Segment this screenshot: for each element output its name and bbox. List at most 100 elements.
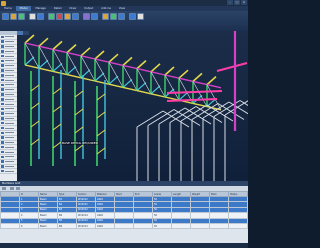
table-cell[interactable]: Beam	[38, 222, 58, 230]
truss-chord[interactable]	[122, 64, 138, 70]
truss-column[interactable]	[94, 72, 105, 82]
support-brace[interactable]	[30, 120, 40, 128]
support-brace[interactable]	[96, 147, 106, 155]
close-button[interactable]: ×	[241, 0, 247, 5]
table-cell[interactable]: A992	[95, 222, 115, 230]
support-brace[interactable]	[30, 84, 40, 92]
truss-brace[interactable]	[52, 49, 68, 75]
truss-column[interactable]	[136, 60, 147, 70]
truss-column[interactable]	[52, 40, 63, 50]
truss-column[interactable]	[24, 34, 35, 44]
support-brace[interactable]	[30, 138, 40, 146]
truss-chord[interactable]	[108, 61, 124, 67]
support-brace[interactable]	[30, 102, 40, 110]
grid-export-button[interactable]	[16, 187, 20, 190]
ribbon-tool-button[interactable]	[118, 13, 125, 20]
truss-chord[interactable]	[38, 45, 54, 51]
truss-chord[interactable]	[94, 80, 110, 85]
truss-column[interactable]	[164, 66, 175, 76]
ribbon-tool-button[interactable]	[37, 13, 44, 20]
truss-chord[interactable]	[150, 71, 166, 76]
ribbon-tool-button[interactable]	[91, 13, 98, 20]
table-cell[interactable]	[0, 222, 20, 230]
support-brace[interactable]	[52, 141, 62, 149]
truss-column[interactable]	[136, 82, 147, 92]
truss-column[interactable]	[150, 85, 161, 95]
truss-chord[interactable]	[178, 77, 194, 83]
truss-brace[interactable]	[38, 46, 54, 72]
truss-chord[interactable]	[136, 89, 152, 95]
ribbon-tool-button[interactable]	[56, 13, 63, 20]
table-cell[interactable]: 6	[19, 222, 39, 230]
truss-brace[interactable]	[66, 52, 82, 78]
table-cell[interactable]: W12X14	[76, 222, 96, 230]
truss-column[interactable]	[66, 66, 77, 76]
table-cell[interactable]	[133, 222, 153, 230]
table-cell[interactable]	[228, 222, 248, 230]
truss-column[interactable]	[108, 53, 119, 63]
truss-brace[interactable]	[24, 42, 40, 69]
selected-member[interactable]	[166, 90, 223, 94]
steel-structure-model[interactable]	[17, 31, 248, 181]
truss-brace[interactable]	[122, 65, 138, 91]
support-brace[interactable]	[52, 105, 62, 113]
table-row[interactable]: 6 Beam B6 W12X14 A992 50	[0, 222, 248, 230]
truss-brace[interactable]	[108, 62, 124, 88]
truss-chord[interactable]	[122, 86, 138, 92]
truss-column[interactable]	[122, 56, 133, 66]
support-brace[interactable]	[74, 126, 84, 134]
support-brace[interactable]	[52, 87, 62, 95]
table-cell[interactable]	[190, 222, 210, 230]
table-cell[interactable]	[114, 222, 134, 230]
support-brace[interactable]	[74, 108, 84, 116]
truss-column[interactable]	[38, 59, 49, 69]
truss-chord[interactable]	[136, 67, 152, 73]
maximize-button[interactable]: □	[234, 0, 240, 5]
truss-column[interactable]	[94, 50, 105, 60]
table-cell[interactable]	[209, 222, 229, 230]
truss-brace[interactable]	[150, 71, 166, 98]
truss-chord[interactable]	[192, 80, 208, 86]
truss-column[interactable]	[80, 47, 91, 57]
truss-chord[interactable]	[206, 83, 222, 89]
ribbon-tool-button[interactable]	[2, 13, 9, 20]
truss-column[interactable]	[178, 69, 189, 79]
ribbon-tool-button[interactable]	[83, 13, 90, 20]
truss-chord[interactable]	[94, 58, 110, 63]
ribbon-tool-button[interactable]	[64, 13, 71, 20]
support-brace[interactable]	[52, 123, 62, 131]
app-logo-icon[interactable]	[1, 0, 6, 6]
ribbon-tool-button[interactable]	[129, 13, 136, 20]
support-brace[interactable]	[74, 144, 84, 152]
selected-member[interactable]	[216, 62, 248, 72]
truss-chord[interactable]	[66, 51, 82, 57]
truss-chord[interactable]	[52, 48, 68, 54]
truss-column[interactable]	[150, 63, 161, 73]
grid-options-button[interactable]	[2, 187, 6, 190]
table-cell[interactable]	[171, 222, 191, 230]
ribbon-tool-button[interactable]	[18, 13, 25, 20]
ribbon-tool-button[interactable]	[48, 13, 55, 20]
truss-chord[interactable]	[150, 93, 166, 98]
table-cell[interactable]: 50	[152, 222, 172, 230]
ribbon-tool-button[interactable]	[110, 13, 117, 20]
truss-chord[interactable]	[164, 74, 180, 79]
grid-filter-button[interactable]	[10, 187, 14, 190]
3d-model-viewport[interactable]: BASE DETAIL REQUIRED	[17, 31, 248, 181]
truss-column[interactable]	[206, 76, 217, 86]
ribbon-tool-button[interactable]	[10, 13, 17, 20]
truss-chord[interactable]	[38, 67, 54, 73]
truss-column[interactable]	[192, 72, 203, 82]
truss-column[interactable]	[66, 44, 77, 54]
support-brace[interactable]	[74, 90, 84, 98]
truss-brace[interactable]	[136, 68, 152, 94]
truss-chord[interactable]	[24, 42, 40, 47]
support-brace[interactable]	[96, 111, 106, 119]
truss-column[interactable]	[38, 37, 49, 47]
support-brace[interactable]	[96, 129, 106, 137]
viewport-tab[interactable]	[23, 31, 29, 35]
truss-chord[interactable]	[52, 70, 68, 76]
ribbon-tool-button[interactable]	[102, 13, 109, 20]
ribbon-tool-button[interactable]	[72, 13, 79, 20]
table-cell[interactable]: B6	[57, 222, 77, 230]
